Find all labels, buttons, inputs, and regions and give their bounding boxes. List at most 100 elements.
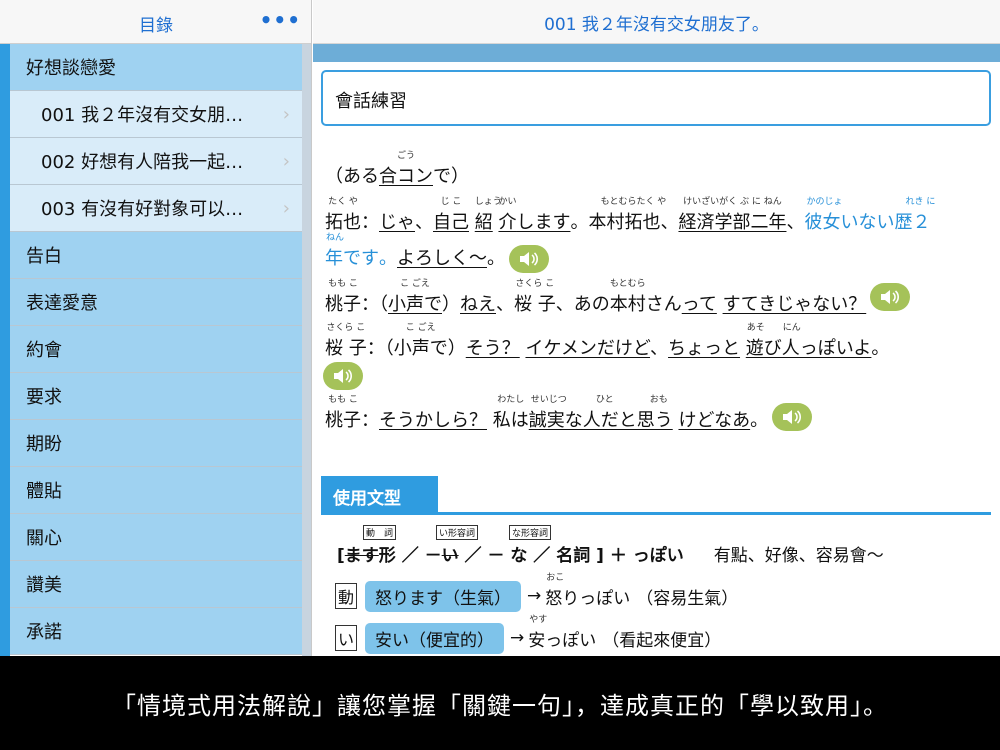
vocab-word: すてきじゃない？ xyxy=(722,294,867,315)
furigana: もとむらたく や xyxy=(600,197,667,207)
ruby-word: さくら こ桜 子 xyxy=(514,279,556,316)
text: さん xyxy=(645,294,682,315)
vocab-word: けどなあ xyxy=(678,410,751,431)
highlight-word: かのじょ れき に彼女いない歴２ xyxy=(804,197,935,234)
section-title: 會話練習 xyxy=(335,91,407,112)
word: 年です xyxy=(325,248,379,269)
text: 、 xyxy=(415,212,433,233)
vocab-word: しょう紹 xyxy=(475,197,502,234)
example-result: 安っぽい xyxy=(528,630,597,651)
chevron-right-icon: › xyxy=(282,150,290,172)
sidebar-sub-item[interactable]: 003 有沒有好對象可以… › xyxy=(10,185,302,232)
text: 。 xyxy=(750,410,769,431)
speaker-name: もも こ桃子 xyxy=(325,279,361,316)
vocab-word: そうかしら？ xyxy=(379,410,487,431)
ruby-word: もとむら 本村 xyxy=(609,279,646,316)
furigana: おこ xyxy=(546,572,565,583)
furigana: こ ごえ xyxy=(405,323,436,333)
word: 自己 xyxy=(433,212,469,233)
text: 。 xyxy=(487,248,505,269)
dialogue-line: さくら こ桜 子：（こ ごえ 小声で）そう？ イケメンだけど、ちょっと あそ にん遊… xyxy=(325,323,889,360)
word: 経済学部二年 xyxy=(678,212,787,233)
word: 彼女いない歴２ xyxy=(804,212,931,233)
sidebar-item-category[interactable]: 告白 xyxy=(10,232,302,279)
furigana: かい xyxy=(498,197,517,207)
word: 小声で xyxy=(393,338,448,359)
vocab-word: って xyxy=(681,294,717,315)
sidebar-sub-label: 001 我２年沒有交女朋… xyxy=(41,105,244,126)
vocab-word: ねえ xyxy=(460,294,496,315)
example-meaning: （容易生氣） xyxy=(636,588,739,609)
sidebar-sub-item[interactable]: 002 好想有人陪我一起… › xyxy=(10,138,302,185)
pattern-part: ／ － な ／ 名詞 ] ＋ っぽい xyxy=(464,546,684,566)
word: 本村 xyxy=(609,294,646,315)
furigana: もとむら xyxy=(609,279,646,289)
word: 介 xyxy=(498,212,517,233)
grammar-pattern: [ます形 ／ －い ／ － な ／ 名詞 ] ＋ っぽい 有點、好像、容易會〜 xyxy=(337,541,884,566)
vocab-word: よろしく〜 xyxy=(397,248,487,269)
sidebar-item-category[interactable]: 要求 xyxy=(10,373,302,420)
speaker-icon[interactable] xyxy=(323,362,363,390)
furigana: れき に xyxy=(905,197,936,207)
sidebar-sub-label: 003 有沒有好對象可以… xyxy=(41,199,244,220)
word: 遊び人っぽいよ xyxy=(745,338,872,359)
main-content: 會話練習 （ある ごう 合コンで） たく や拓也：じゃ、じ こ自己 しょう紹 かい介… xyxy=(313,62,1000,656)
section-box: 會話練習 xyxy=(321,70,991,126)
sidebar-item-category[interactable]: 讚美 xyxy=(10,561,302,608)
furigana: さくら こ xyxy=(515,279,555,289)
sidebar-item-category[interactable]: 關心 xyxy=(10,514,302,561)
vocab-word: します xyxy=(516,212,571,233)
sidebar-item-category[interactable]: 約會 xyxy=(10,326,302,373)
word: 小声で xyxy=(388,294,442,315)
sidebar-sub-item[interactable]: 001 我２年沒有交女朋… › xyxy=(10,91,302,138)
furigana: ひと xyxy=(595,395,614,405)
speaker-icon[interactable] xyxy=(772,403,813,431)
speaker-icon[interactable] xyxy=(509,245,549,273)
sidebar-item-category[interactable]: 期盼 xyxy=(10,420,302,467)
furigana: ねん xyxy=(325,233,344,243)
speaker-label: 桜 子 xyxy=(325,338,367,359)
vocab-word: じ こ自己 xyxy=(433,197,469,234)
arrow: → xyxy=(510,628,525,648)
example-badge: い xyxy=(335,625,357,651)
sidebar-list: 好想談戀愛 001 我２年沒有交女朋… › 002 好想有人陪我一起… › 003 … xyxy=(10,44,302,655)
grammar-example: 動 怒ります（生氣） → おこ 怒りっぽい （容易生氣） xyxy=(335,573,739,612)
word: 私は xyxy=(492,410,529,431)
sidebar-item-category[interactable]: 表達愛意 xyxy=(10,279,302,326)
vocab-word: こ ごえ 小声で xyxy=(388,279,442,316)
furigana: もも こ xyxy=(328,395,358,405)
sidebar-header: 目錄 ••• xyxy=(0,0,311,44)
pattern-meaning: 有點、好像、容易會〜 xyxy=(713,546,884,566)
dialogue-scene: （ある ごう 合コンで） xyxy=(325,151,469,188)
sidebar-scrollbar[interactable] xyxy=(302,44,311,656)
speaker-label: 桃子 xyxy=(325,410,361,431)
furigana: おも xyxy=(649,395,668,405)
sidebar: 目錄 ••• 好想談戀愛 001 我２年沒有交女朋… › 002 好想有人陪我一起… xyxy=(0,0,312,656)
furigana: じ こ xyxy=(440,197,462,207)
dialogue-line: ねん 年です。よろしく〜。 xyxy=(325,233,549,273)
sidebar-item-category[interactable]: 承諾 xyxy=(10,608,302,655)
text: 、 xyxy=(650,338,669,359)
vocab-word: じゃ xyxy=(379,212,415,233)
pattern-part: 形 ／ － xyxy=(378,546,442,566)
grammar-tab[interactable]: 使用文型 xyxy=(321,476,438,512)
sidebar-body: 好想談戀愛 001 我２年沒有交女朋… › 002 好想有人陪我一起… › 003 … xyxy=(0,44,311,656)
dialogue-line xyxy=(323,362,363,390)
more-icon[interactable]: ••• xyxy=(260,8,301,32)
furigana: しょう xyxy=(474,197,502,207)
furigana: かのじょ xyxy=(806,197,843,207)
speaker-icon[interactable] xyxy=(870,283,911,311)
sidebar-item-category[interactable]: 體貼 xyxy=(10,467,302,514)
grammar-example: い 安い（便宜的） → やす 安っぽい （看起來便宜） xyxy=(335,615,722,654)
colon: ： xyxy=(361,212,379,233)
pattern-part: ます xyxy=(344,546,379,566)
text: 。 xyxy=(379,248,397,269)
text: ） xyxy=(442,294,460,315)
text: 、 xyxy=(660,212,679,233)
speaker-label: 桃子 xyxy=(325,294,361,315)
speaker-name: もも こ桃子 xyxy=(325,395,361,432)
text: 、 xyxy=(496,294,514,315)
sidebar-item-category[interactable]: 好想談戀愛 xyxy=(10,44,302,91)
example-meaning: （看起來便宜） xyxy=(602,630,722,651)
furigana: けいざいがく ぶ に ねん xyxy=(683,197,782,207)
